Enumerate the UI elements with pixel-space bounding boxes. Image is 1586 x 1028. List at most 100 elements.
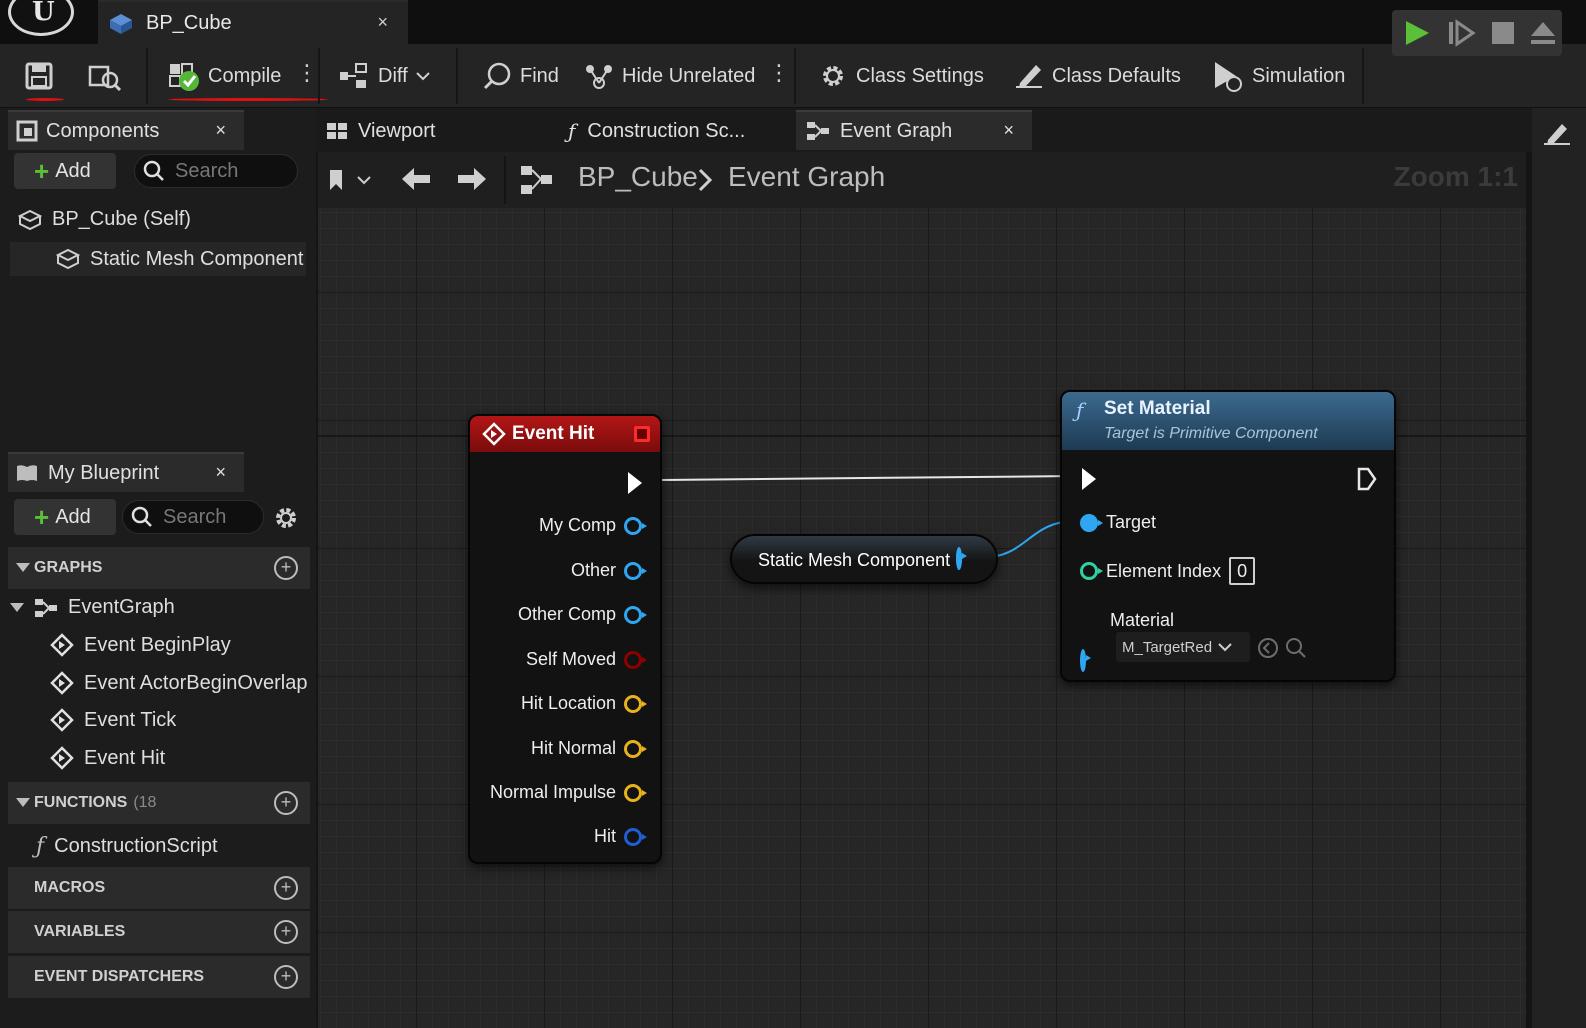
functions-section[interactable]: FUNCTIONS (18 + bbox=[8, 782, 310, 824]
static-mesh-getter-node[interactable]: Static Mesh Component bbox=[730, 534, 998, 584]
forward-arrow-icon[interactable] bbox=[456, 166, 488, 192]
exec-in-pin[interactable] bbox=[1082, 468, 1096, 490]
tab-viewport[interactable]: Viewport bbox=[318, 110, 552, 150]
object-pin[interactable] bbox=[624, 516, 647, 535]
event-dispatchers-section[interactable]: EVENT DISPATCHERS + bbox=[8, 956, 310, 998]
pin-row[interactable]: My Comp bbox=[539, 515, 647, 536]
document-tab[interactable]: BP_Cube × bbox=[98, 0, 408, 44]
functions-count: (18 bbox=[133, 794, 157, 811]
element-index-input[interactable]: 0 bbox=[1229, 557, 1256, 585]
event-graph-item[interactable]: EventGraph bbox=[10, 596, 175, 619]
component-item-label: Static Mesh Component bbox=[90, 247, 304, 270]
hide-unrelated-button[interactable]: Hide Unrelated bbox=[584, 44, 755, 108]
separator bbox=[504, 156, 506, 204]
close-my-blueprint-button[interactable]: × bbox=[215, 462, 226, 483]
add-macro-icon[interactable]: + bbox=[274, 876, 298, 900]
close-tab-button[interactable]: × bbox=[377, 12, 388, 33]
add-graph-icon[interactable]: + bbox=[274, 556, 298, 580]
diff-button[interactable]: Diff bbox=[338, 44, 430, 108]
my-blueprint-tab[interactable]: My Blueprint × bbox=[8, 452, 244, 492]
element-index-pin-row[interactable]: Element Index 0 bbox=[1080, 557, 1256, 585]
exec-out-pin[interactable] bbox=[1356, 466, 1378, 492]
pin-row[interactable]: Other bbox=[571, 560, 647, 581]
struct-pin[interactable] bbox=[624, 827, 647, 846]
add-component-button[interactable]: + Add bbox=[14, 153, 116, 189]
component-item-self[interactable]: BP_Cube (Self) bbox=[18, 208, 191, 231]
breadcrumb-blueprint[interactable]: BP_Cube bbox=[578, 161, 698, 193]
int-pin[interactable] bbox=[1080, 562, 1103, 580]
find-icon bbox=[483, 62, 511, 90]
pin-row[interactable]: Self Moved bbox=[526, 649, 647, 670]
material-dropdown[interactable]: M_TargetRed bbox=[1116, 632, 1250, 662]
close-components-button[interactable]: × bbox=[215, 120, 226, 141]
graphs-header: GRAPHS bbox=[34, 559, 103, 576]
pin-row[interactable]: Other Comp bbox=[518, 604, 647, 625]
edit-details-icon[interactable] bbox=[1542, 120, 1572, 146]
browse-button[interactable] bbox=[88, 44, 122, 108]
component-item-label: BP_Cube (Self) bbox=[52, 208, 191, 230]
close-event-graph-button[interactable]: × bbox=[1003, 120, 1014, 141]
event-item-actorbeginoverlap[interactable]: Event ActorBeginOverlap bbox=[50, 671, 307, 695]
play-icon[interactable] bbox=[1402, 18, 1432, 48]
save-icon bbox=[25, 62, 53, 90]
diff-label: Diff bbox=[378, 64, 408, 87]
find-button[interactable]: Find bbox=[482, 44, 559, 108]
set-material-header: ƒ Set Material Target is Primitive Compo… bbox=[1062, 392, 1394, 450]
variables-section[interactable]: VARIABLES + bbox=[8, 911, 310, 953]
material-pin[interactable] bbox=[1080, 649, 1086, 672]
stop-icon[interactable] bbox=[1488, 18, 1518, 48]
delegate-pin[interactable] bbox=[634, 426, 650, 442]
add-function-icon[interactable]: + bbox=[274, 791, 298, 815]
pin-row[interactable]: Hit bbox=[594, 826, 647, 847]
object-pin[interactable] bbox=[624, 561, 647, 580]
event-item-tick[interactable]: Event Tick bbox=[50, 708, 176, 732]
bookmark-icon[interactable] bbox=[328, 168, 374, 194]
pin-row[interactable]: Hit Location bbox=[521, 693, 647, 714]
event-item-beginplay[interactable]: Event BeginPlay bbox=[50, 633, 231, 657]
simulation-button[interactable]: Simulation bbox=[1212, 44, 1345, 108]
back-arrow-icon[interactable] bbox=[400, 166, 432, 192]
breadcrumb-graph[interactable]: Event Graph bbox=[728, 161, 885, 193]
eject-icon[interactable] bbox=[1528, 18, 1558, 48]
vector-pin[interactable] bbox=[624, 739, 647, 758]
components-tab[interactable]: Components × bbox=[8, 110, 244, 150]
add-variable-icon[interactable]: + bbox=[274, 920, 298, 944]
step-icon[interactable] bbox=[1446, 18, 1476, 48]
hide-unrelated-options-button[interactable]: ⋮ bbox=[768, 62, 790, 84]
add-member-button[interactable]: + Add bbox=[14, 499, 116, 535]
use-selected-icon[interactable] bbox=[1256, 636, 1280, 660]
graphs-section[interactable]: GRAPHS + bbox=[8, 547, 310, 589]
pin-row[interactable]: Hit Normal bbox=[531, 738, 647, 759]
target-pin-row[interactable]: Target bbox=[1080, 512, 1156, 533]
vector-pin[interactable] bbox=[624, 694, 647, 713]
variables-header: VARIABLES bbox=[34, 923, 126, 940]
set-material-node[interactable]: ƒ Set Material Target is Primitive Compo… bbox=[1060, 390, 1396, 682]
graph-canvas[interactable]: Event Hit My Comp Other Other Comp Self … bbox=[318, 208, 1526, 1028]
exec-out-pin[interactable] bbox=[628, 472, 642, 494]
set-material-subtitle: Target is Primitive Component bbox=[1104, 425, 1318, 442]
object-out-pin[interactable] bbox=[956, 547, 962, 570]
construction-script-item[interactable]: ƒ ConstructionScript bbox=[36, 834, 218, 859]
browse-search-icon[interactable] bbox=[1284, 636, 1308, 660]
construction-script-label: ConstructionScript bbox=[54, 835, 218, 857]
class-defaults-button[interactable]: Class Defaults bbox=[1014, 44, 1181, 108]
vector-pin[interactable] bbox=[624, 783, 647, 802]
simulation-icon bbox=[1215, 62, 1242, 92]
macros-section[interactable]: MACROS + bbox=[8, 867, 310, 909]
tab-event-graph[interactable]: Event Graph × bbox=[796, 110, 1032, 150]
compile-options-button[interactable]: ⋮ bbox=[296, 62, 318, 84]
settings-gear-icon[interactable] bbox=[272, 504, 300, 532]
tab-construction-script[interactable]: ƒ Construction Sc... bbox=[556, 110, 792, 150]
object-pin[interactable] bbox=[624, 605, 647, 624]
class-defaults-label: Class Defaults bbox=[1052, 64, 1181, 87]
add-dispatcher-icon[interactable]: + bbox=[274, 965, 298, 989]
my-blueprint-search-input[interactable]: Search bbox=[122, 500, 264, 534]
components-search-input[interactable]: Search bbox=[134, 154, 298, 188]
bool-pin[interactable] bbox=[624, 650, 647, 669]
class-settings-button[interactable]: Class Settings bbox=[818, 44, 984, 108]
object-pin[interactable] bbox=[1080, 513, 1103, 532]
event-item-hit[interactable]: Event Hit bbox=[50, 746, 165, 770]
component-item-static-mesh[interactable]: Static Mesh Component bbox=[10, 242, 306, 276]
event-hit-node[interactable]: Event Hit My Comp Other Other Comp Self … bbox=[468, 414, 662, 864]
pin-row[interactable]: Normal Impulse bbox=[490, 782, 647, 803]
